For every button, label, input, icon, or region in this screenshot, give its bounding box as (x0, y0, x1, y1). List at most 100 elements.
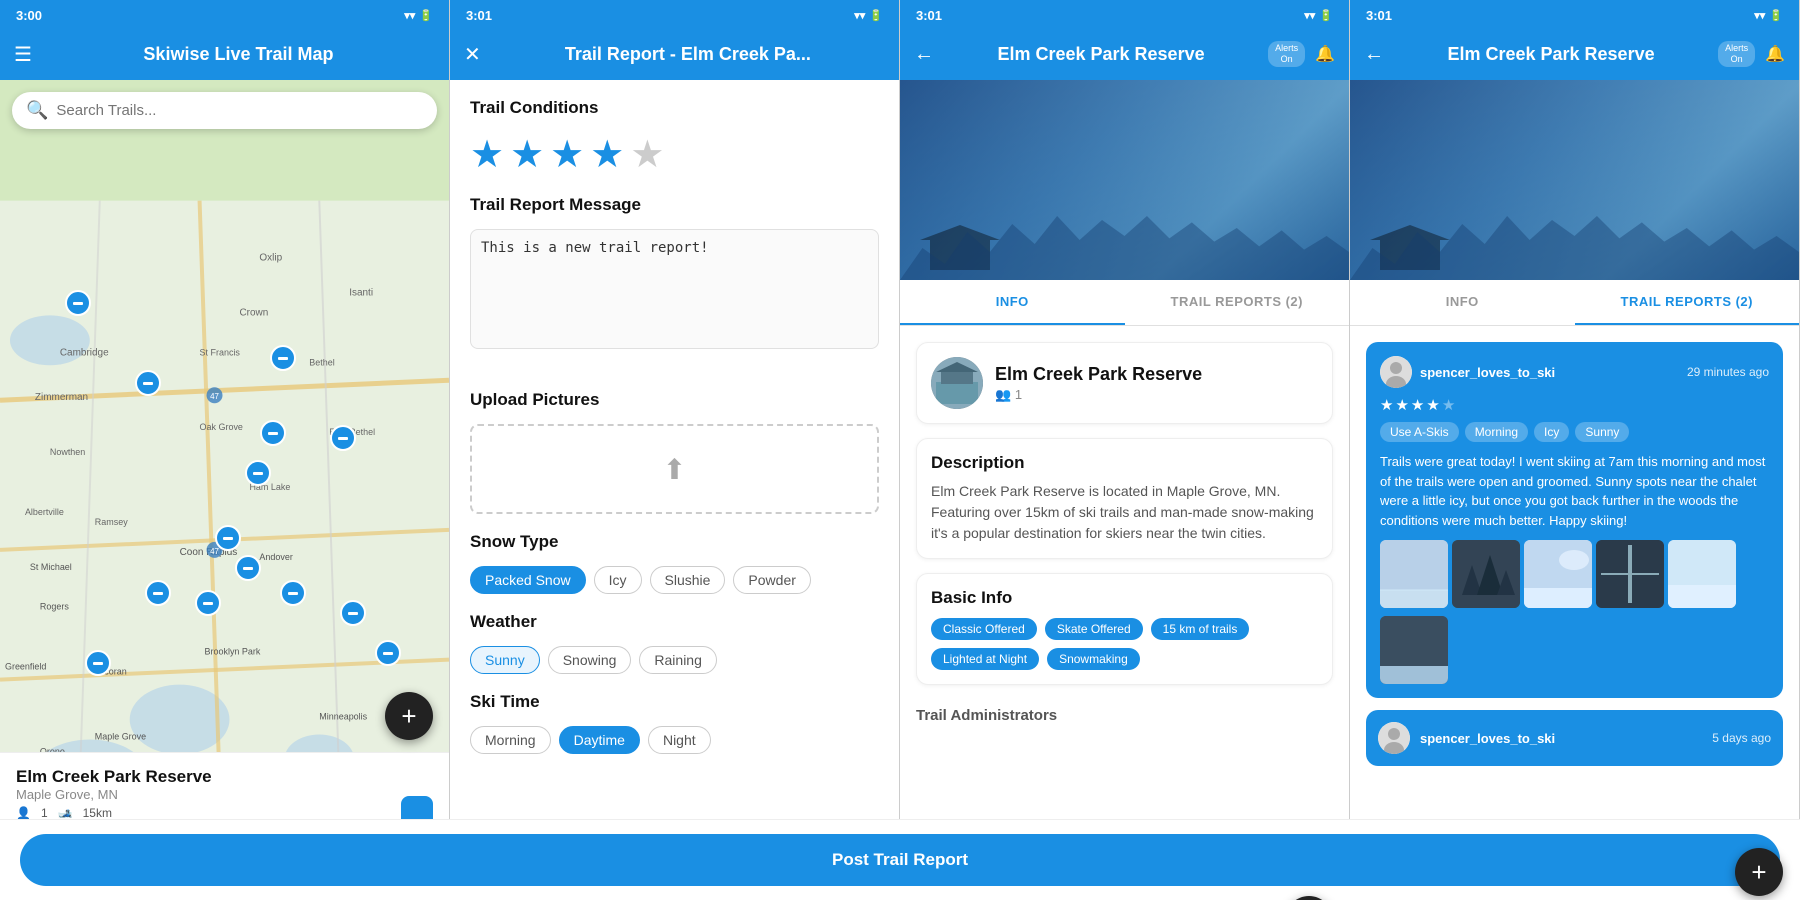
map-pin-13[interactable] (375, 640, 401, 666)
alerts-button-reports[interactable]: AlertsOn (1718, 41, 1755, 67)
info-tabs: INFO TRAIL REPORTS (2) (900, 280, 1349, 326)
battery-icon: 🔋 (419, 9, 433, 22)
svg-text:Isanti: Isanti (349, 287, 373, 298)
star-2[interactable]: ★ (510, 132, 544, 177)
post-trail-report-button[interactable]: Post Trail Report (450, 834, 900, 886)
status-time-reports: 3:01 (1366, 8, 1392, 23)
report1-tags: Use A-Skis Morning Icy Sunny (1380, 422, 1769, 442)
report1-photo-3[interactable] (1524, 540, 1592, 608)
svg-text:Zimmerman: Zimmerman (35, 392, 88, 403)
battery-icon-info: 🔋 (1319, 9, 1333, 22)
map-pin-2[interactable] (135, 370, 161, 396)
back-icon-reports[interactable]: ← (1364, 43, 1384, 66)
map-pin-9[interactable] (280, 580, 306, 606)
star-4[interactable]: ★ (590, 132, 624, 177)
menu-icon[interactable]: ☰ (14, 42, 32, 67)
badge-row: Classic Offered Skate Offered 15 km of t… (931, 618, 1318, 670)
bell-icon-reports[interactable]: 🔔 (1765, 44, 1785, 64)
reports-title: Elm Creek Park Reserve (1394, 44, 1708, 65)
map-pin-4[interactable] (260, 420, 286, 446)
tab-info-reports[interactable]: INFO (1350, 280, 1575, 325)
snow-packed[interactable]: Packed Snow (470, 566, 586, 594)
park-card: Elm Creek Park Reserve 👥 1 (916, 342, 1333, 424)
map-pin-3[interactable] (270, 345, 296, 371)
search-input[interactable] (56, 102, 423, 119)
ski-icon: 🎿 (58, 806, 73, 820)
snow-powder[interactable]: Powder (733, 566, 810, 594)
svg-text:Rogers: Rogers (40, 602, 69, 612)
map-pin-8[interactable] (235, 555, 261, 581)
park-card-followers: 👥 1 (995, 387, 1202, 403)
snow-type-row: Packed Snow Icy Slushie Powder (470, 566, 879, 594)
tag-sunny: Sunny (1575, 422, 1629, 442)
report1-photo-2[interactable] (1452, 540, 1520, 608)
trail-card-location: Maple Grove, MN (16, 787, 389, 802)
ski-morning[interactable]: Morning (470, 726, 551, 754)
svg-text:Crown: Crown (239, 307, 268, 318)
star-selector[interactable]: ★ ★ ★ ★ ★ (470, 132, 879, 177)
form-content: Trail Conditions ★ ★ ★ ★ ★ Trail Report … (450, 80, 899, 900)
park-building-silhouette (920, 220, 1000, 270)
tag-morning: Morning (1465, 422, 1528, 442)
basic-info-card: Basic Info Classic Offered Skate Offered… (916, 573, 1333, 685)
report1-body: Trails were great today! I went skiing a… (1380, 452, 1769, 530)
status-bar-info: 3:01 ▾▾ 🔋 (900, 0, 1349, 28)
upload-area[interactable]: ⬆ (470, 424, 879, 514)
status-bar-reports: 3:01 ▾▾ 🔋 (1350, 0, 1799, 28)
star-1[interactable]: ★ (470, 132, 504, 177)
svg-text:Ramsey: Ramsey (95, 517, 128, 527)
report2-time: 5 days ago (1712, 731, 1771, 745)
report1-photo-1[interactable] (1380, 540, 1448, 608)
map-pin-1[interactable] (65, 290, 91, 316)
alerts-button-info[interactable]: AlertsOn (1268, 41, 1305, 67)
park-avatar (931, 357, 983, 409)
status-time-info: 3:01 (916, 8, 942, 23)
map-area[interactable]: Cambridge Oxlip Isanti Crown Zimmerman S… (0, 80, 449, 900)
tab-info[interactable]: INFO (900, 280, 1125, 325)
report1-photo-5[interactable] (1668, 540, 1736, 608)
map-pin-6[interactable] (330, 425, 356, 451)
message-input[interactable]: This is a new trail report! (470, 229, 879, 349)
weather-raining[interactable]: Raining (639, 646, 716, 674)
star-3[interactable]: ★ (550, 132, 584, 177)
add-fab-map[interactable]: + (385, 692, 433, 740)
report1-avatar (1380, 356, 1412, 388)
tab-trail-reports-active[interactable]: TRAIL REPORTS (2) (1575, 280, 1800, 325)
weather-sunny[interactable]: Sunny (470, 646, 540, 674)
screen-reports: 3:01 ▾▾ 🔋 ← Elm Creek Park Reserve Alert… (1350, 0, 1800, 900)
snow-slushie[interactable]: Slushie (650, 566, 726, 594)
svg-text:47: 47 (210, 392, 219, 401)
map-pin-14[interactable] (85, 650, 111, 676)
bell-icon-info[interactable]: 🔔 (1315, 44, 1335, 64)
reports-content: spencer_loves_to_ski 29 minutes ago ★ ★ … (1350, 326, 1799, 852)
search-bar[interactable]: 🔍 (12, 92, 437, 129)
ski-daytime[interactable]: Daytime (559, 726, 640, 754)
map-pin-5[interactable] (245, 460, 271, 486)
report1-photo-4[interactable] (1596, 540, 1664, 608)
wifi-icon-reports: ▾▾ (1754, 9, 1765, 22)
snow-icy[interactable]: Icy (594, 566, 642, 594)
tab-trail-reports[interactable]: TRAIL REPORTS (2) (1125, 280, 1350, 325)
status-time-form: 3:01 (466, 8, 492, 23)
map-pin-12[interactable] (340, 600, 366, 626)
report1-photo-6[interactable] (1380, 616, 1448, 684)
map-pin-10[interactable] (195, 590, 221, 616)
map-pin-7[interactable] (215, 525, 241, 551)
map-pin-11[interactable] (145, 580, 171, 606)
badge-km: 15 km of trails (1151, 618, 1250, 640)
weather-snowing[interactable]: Snowing (548, 646, 632, 674)
conditions-label: Trail Conditions (470, 98, 879, 118)
message-label: Trail Report Message (470, 195, 879, 215)
ski-night[interactable]: Night (648, 726, 711, 754)
svg-text:Oxlip: Oxlip (259, 253, 282, 264)
person-icon: 👤 (16, 806, 31, 820)
close-icon-form[interactable]: ✕ (464, 42, 481, 67)
add-fab-reports[interactable]: + (1735, 848, 1783, 896)
star-5[interactable]: ★ (630, 132, 664, 177)
trail-report-1: spencer_loves_to_ski 29 minutes ago ★ ★ … (1366, 342, 1783, 698)
svg-text:Greenfield: Greenfield (5, 662, 46, 672)
trail-card-name: Elm Creek Park Reserve (16, 767, 389, 787)
ski-time-row: Morning Daytime Night (470, 726, 879, 754)
back-icon-info[interactable]: ← (914, 43, 934, 66)
screen-info: 3:01 ▾▾ 🔋 ← Elm Creek Park Reserve Alert… (900, 0, 1350, 900)
